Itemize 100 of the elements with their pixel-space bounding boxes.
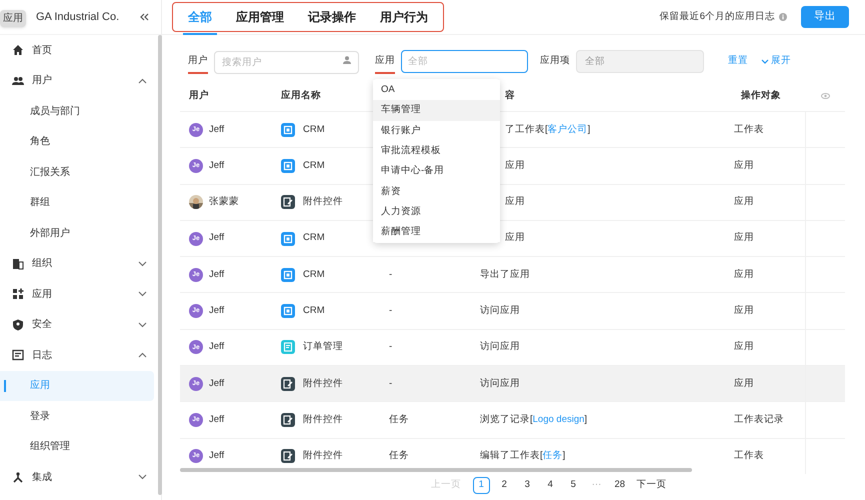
page-button[interactable]: 2	[496, 476, 513, 494]
table-cell: 应用	[734, 268, 754, 280]
log-content: 应用	[505, 232, 525, 244]
sidebar-subitem[interactable]: 登录	[0, 401, 161, 432]
app-select-field[interactable]: 全部	[401, 50, 528, 72]
sidebar-item[interactable]: 组织	[0, 248, 161, 279]
table-cell: -	[389, 378, 392, 389]
table-cell: 工作表记录	[734, 414, 784, 425]
users-icon	[12, 74, 24, 87]
sidebar-item[interactable]: 安全	[0, 310, 161, 340]
page-button[interactable]: 4	[542, 476, 559, 494]
user-name: Jeff	[209, 158, 224, 173]
user-name: 张蒙蒙	[209, 195, 239, 210]
user-name: Jeff	[209, 268, 224, 282]
table-cell: 应用	[734, 196, 754, 208]
app-name: 附件控件	[303, 449, 343, 464]
page-button[interactable]: 28	[611, 476, 628, 494]
app-name: 附件控件	[303, 412, 343, 427]
table-cell: -	[389, 268, 392, 280]
dropdown-option[interactable]: 审批流程模板	[373, 140, 500, 162]
user-name: Jeff	[209, 340, 224, 354]
table-cell: 应用	[734, 378, 754, 389]
sidebar-subitem[interactable]: 外部用户	[0, 218, 161, 248]
column-header: 操作对象	[741, 90, 781, 101]
dropdown-option[interactable]: 人力资源	[373, 202, 500, 222]
network-icon	[12, 471, 24, 484]
filter-label: 应用	[375, 48, 395, 74]
log-content: 应用	[505, 196, 525, 208]
dropdown-option[interactable]: OA	[373, 80, 500, 100]
app-name: CRM	[303, 304, 325, 318]
tab[interactable]: 用户行为	[369, 3, 439, 31]
app-icon	[281, 376, 295, 391]
user-name: Jeff	[209, 412, 224, 427]
log-content: 了工作表[客户公司]	[505, 124, 590, 135]
sidebar-item[interactable]: 用户	[0, 66, 161, 96]
eye-icon	[820, 93, 830, 99]
app-icon	[281, 413, 295, 428]
app-name: CRM	[303, 158, 325, 173]
page-button[interactable]: 3	[518, 476, 536, 494]
ellipsis: ···	[590, 478, 602, 492]
log-content: 访问应用	[480, 341, 520, 352]
dropdown-option[interactable]: 申请中心-备用	[373, 161, 500, 182]
next-page-button[interactable]: 下一页	[634, 478, 668, 492]
table-cell: 工作表	[734, 124, 764, 135]
document-icon	[12, 349, 24, 362]
chevron-down-icon	[761, 58, 769, 64]
page-button[interactable]: 5	[564, 476, 582, 494]
tab[interactable]: 记录操作	[297, 3, 367, 31]
table-cell: -	[389, 341, 392, 352]
log-content: 编辑了工作表[任务]	[480, 450, 566, 462]
table-cell: -	[389, 305, 392, 316]
table-cell: 任务	[389, 414, 409, 425]
info-icon	[779, 13, 787, 21]
person-icon	[343, 56, 351, 64]
table-cell: 工作表	[734, 450, 764, 462]
collapse-icon	[139, 12, 149, 22]
log-content: 访问应用	[480, 378, 520, 389]
table-cell: 应用	[734, 232, 754, 244]
user-name: Jeff	[209, 449, 224, 464]
app-name: 附件控件	[303, 195, 343, 210]
dropdown-option[interactable]: 薪资	[373, 181, 500, 202]
user-name: Jeff	[209, 376, 224, 391]
column-header: 容	[505, 90, 515, 101]
dropdown-option[interactable]: 银行账户	[373, 120, 500, 141]
user-search-field[interactable]: 搜索用户	[214, 50, 359, 74]
sidebar-subitem[interactable]: 角色	[0, 126, 161, 157]
user-name: Jeff	[209, 122, 224, 137]
horizontal-scrollbar[interactable]	[180, 468, 692, 472]
dropdown-option[interactable]: 薪酬管理	[373, 222, 500, 242]
log-content: 应用	[505, 160, 525, 171]
sidebar-subitem[interactable]: 成员与部门	[0, 96, 161, 126]
sidebar-item[interactable]: 集成	[0, 462, 161, 492]
sidebar-subitem[interactable]: 汇报关系	[0, 157, 161, 188]
building-icon	[12, 258, 24, 270]
user-name: Jeff	[209, 304, 224, 318]
app-icon	[281, 340, 295, 354]
log-content: 浏览了记录[Logo design]	[480, 414, 588, 425]
sidebar-item[interactable]: 日志	[0, 340, 161, 370]
app-icon	[281, 122, 295, 137]
table-cell: 任务	[389, 450, 409, 462]
log-content: 访问应用	[480, 305, 520, 316]
shield-icon	[12, 318, 24, 331]
user-name: Jeff	[209, 231, 224, 246]
app-icon	[281, 195, 295, 210]
sidebar-subitem[interactable]: 组织管理	[0, 432, 161, 462]
dropdown-option[interactable]: 车辆管理	[373, 100, 500, 121]
app-name: CRM	[303, 268, 325, 282]
tab[interactable]: 应用管理	[225, 3, 295, 31]
filter-label: 应用项	[540, 54, 570, 68]
app-icon	[281, 449, 295, 464]
retention-note: 保留最近6个月的应用日志	[660, 10, 775, 24]
app-name: 附件控件	[303, 376, 343, 391]
column-header: 用户	[189, 90, 209, 101]
table-cell: 应用	[734, 341, 754, 352]
sidebar-subitem[interactable]: 群组	[0, 188, 161, 218]
sidebar-item[interactable]: 应用	[0, 279, 161, 310]
brand-name: GA Industrial Co.	[36, 10, 120, 25]
sidebar-item[interactable]: 首页	[0, 35, 161, 66]
app-name: CRM	[303, 231, 325, 246]
app-name: CRM	[303, 122, 325, 137]
